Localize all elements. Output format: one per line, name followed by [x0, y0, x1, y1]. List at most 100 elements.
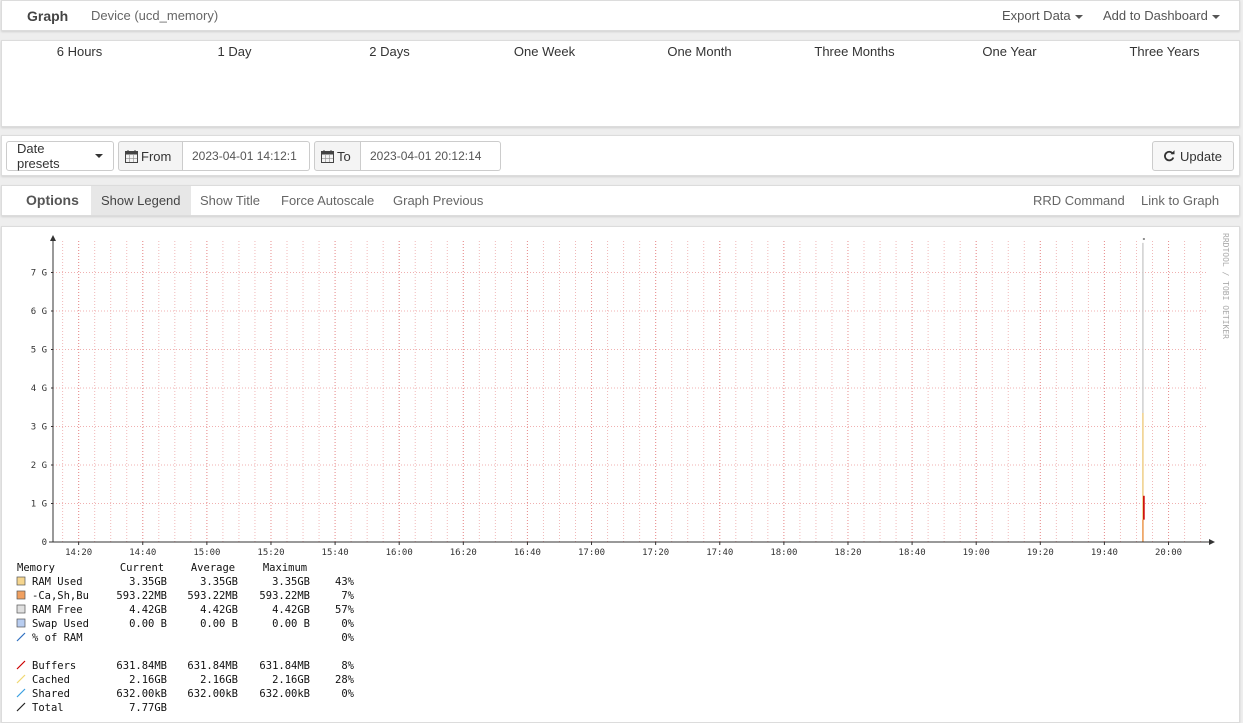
legend-header: Memory — [17, 562, 55, 574]
add-to-dashboard-label: Add to Dashboard — [1103, 8, 1208, 23]
x-tick-label: 16:00 — [386, 548, 413, 558]
y-tick-label: 3 G — [31, 423, 47, 433]
legend-value-current: 631.84MB — [116, 660, 167, 672]
range-three-years[interactable]: Three Years — [1087, 44, 1242, 59]
y-tick-label: 6 G — [31, 307, 47, 317]
legend-value-maximum: 0.00 B — [272, 618, 310, 630]
x-tick-label: 19:20 — [1027, 548, 1054, 558]
x-tick-label: 17:40 — [706, 548, 733, 558]
graph-panel: 0 1 G 2 G 3 G 4 G 5 G 6 G 7 G 14:20 14:40 15:00 15… — [1, 226, 1240, 723]
legend-value-maximum: 593.22MB — [259, 590, 310, 602]
legend-label: Shared — [32, 688, 70, 700]
rrd-command-link[interactable]: RRD Command — [1023, 186, 1135, 215]
legend-label: Cached — [32, 674, 70, 686]
legend-swatch — [16, 604, 26, 614]
data-spike — [1142, 238, 1145, 542]
page-title: Graph — [27, 8, 69, 24]
legend-label: Swap Used — [32, 618, 89, 630]
memory-graph[interactable]: 0 1 G 2 G 3 G 4 G 5 G 6 G 7 G 14:20 14:40 15:00 15… — [2, 227, 1239, 722]
y-axis-arrow — [50, 235, 56, 241]
legend-swatch — [16, 576, 26, 586]
from-addon: From — [118, 141, 183, 171]
options-heading: Options — [26, 192, 79, 208]
to-addon: To — [314, 141, 361, 171]
caret-down-icon — [1074, 14, 1083, 19]
force-autoscale-toggle[interactable]: Force Autoscale — [271, 186, 384, 215]
options-bar: Options Show Legend Show Title Force Aut… — [1, 185, 1240, 216]
update-label: Update — [1180, 148, 1222, 164]
legend-value-current: 593.22MB — [116, 590, 167, 602]
x-tick-label: 18:40 — [899, 548, 926, 558]
x-tick-label: 15:40 — [322, 548, 349, 558]
legend-label: Buffers — [32, 660, 76, 672]
legend-label: RAM Used — [32, 576, 83, 588]
x-tick-label: 20:00 — [1155, 548, 1182, 558]
range-6-hours[interactable]: 6 Hours — [2, 44, 157, 59]
y-tick-label: 1 G — [31, 500, 47, 510]
x-tick-label: 14:20 — [65, 548, 92, 558]
caret-down-icon — [1211, 14, 1220, 19]
legend-header: Current — [120, 562, 164, 574]
legend-value-maximum: 2.16GB — [272, 674, 310, 686]
graph-previous-toggle[interactable]: Graph Previous — [383, 186, 493, 215]
range-one-week[interactable]: One Week — [467, 44, 622, 59]
x-tick-label: 16:40 — [514, 548, 541, 558]
legend-value-maximum: 631.84MB — [259, 660, 310, 672]
range-2-days[interactable]: 2 Days — [312, 44, 467, 59]
device-subtitle[interactable]: Device (ucd_memory) — [91, 8, 218, 23]
range-one-year[interactable]: One Year — [932, 44, 1087, 59]
legend-value-maximum: 632.00kB — [259, 688, 310, 700]
to-date-input[interactable] — [361, 141, 501, 171]
x-tick-label: 16:20 — [450, 548, 477, 558]
range-three-months[interactable]: Three Months — [777, 44, 932, 59]
show-title-toggle[interactable]: Show Title — [190, 186, 270, 215]
legend-value-maximum: 4.42GB — [272, 604, 310, 616]
rrdtool-watermark: RRDTOOL / TOBI OETIKER — [1221, 233, 1230, 339]
x-axis-arrow — [1209, 539, 1215, 545]
date-presets-label: Date presets — [17, 141, 60, 171]
export-data-menu[interactable]: Export Data — [1002, 8, 1083, 23]
legend-header: Average — [191, 562, 235, 574]
link-to-graph-link[interactable]: Link to Graph — [1131, 186, 1229, 215]
graph-legend: Memory Current Average Maximum RAM Used 3.35G… — [16, 562, 355, 714]
legend-value-maximum: 3.35GB — [272, 576, 310, 588]
y-tick-label: 4 G — [31, 384, 47, 394]
legend-swatch — [16, 618, 26, 628]
from-label: From — [141, 148, 172, 164]
legend-label: % of RAM — [32, 632, 83, 644]
legend-value-average: 593.22MB — [187, 590, 238, 602]
legend-value-percent: 57% — [335, 604, 355, 616]
update-button[interactable]: Update — [1152, 141, 1234, 171]
legend-swatch — [16, 702, 26, 712]
date-presets-dropdown[interactable]: Date presets — [6, 141, 114, 171]
graph-axes — [49, 235, 1215, 545]
legend-value-percent: 43% — [335, 576, 355, 588]
legend-label: Total — [32, 702, 64, 714]
legend-value-average: 632.00kB — [187, 688, 238, 700]
legend-swatch — [16, 688, 26, 698]
from-date-input[interactable] — [183, 141, 310, 171]
legend-value-average: 3.35GB — [200, 576, 238, 588]
date-range-form: Date presets From To Update — [1, 135, 1240, 176]
y-axis-ticks: 0 1 G 2 G 3 G 4 G 5 G 6 G 7 G — [31, 269, 53, 548]
refresh-icon — [1164, 150, 1175, 162]
range-one-month[interactable]: One Month — [622, 44, 777, 59]
x-tick-label: 18:00 — [770, 548, 797, 558]
add-to-dashboard-menu[interactable]: Add to Dashboard — [1103, 8, 1220, 23]
legend-value-percent: 28% — [335, 674, 355, 686]
export-data-label: Export Data — [1002, 8, 1071, 23]
x-axis-ticks: 14:20 14:40 15:00 15:20 15:40 16:00 16:20 16:40… — [65, 542, 1182, 558]
x-tick-label: 15:20 — [257, 548, 284, 558]
legend-value-current: 3.35GB — [129, 576, 167, 588]
time-range-panel: 6 Hours 1 Day 2 Days One Week One Month … — [1, 40, 1240, 127]
range-1-day[interactable]: 1 Day — [157, 44, 312, 59]
y-tick-label: 5 G — [31, 346, 47, 356]
legend-swatch — [16, 674, 26, 684]
caret-down-icon — [95, 154, 103, 158]
legend-swatch — [16, 590, 26, 600]
y-tick-label: 2 G — [31, 461, 47, 471]
legend-value-current: 632.00kB — [116, 688, 167, 700]
show-legend-toggle[interactable]: Show Legend — [91, 186, 191, 215]
y-tick-label: 0 — [42, 538, 47, 548]
legend-swatch — [16, 660, 26, 670]
